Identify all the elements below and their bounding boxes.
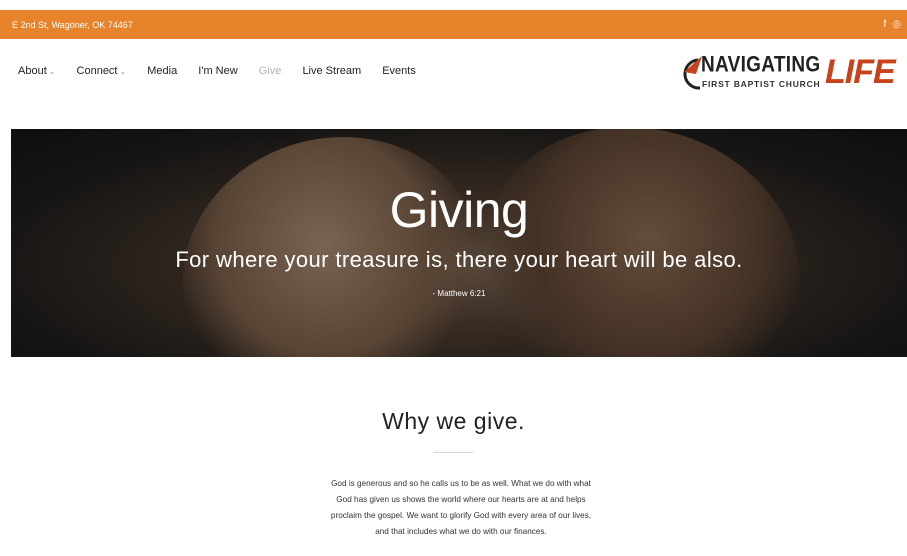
nav-item-live-stream[interactable]: Live Stream (302, 65, 361, 77)
nav-item-im-new[interactable]: I'm New (198, 65, 237, 77)
address-text: E 2nd St, Wagoner, OK 74467 (12, 20, 133, 30)
nav-item-label: Connect (76, 65, 118, 77)
nav-item-events[interactable]: Events (382, 65, 416, 77)
nav-item-connect[interactable]: Connect ⌄ (77, 65, 127, 77)
logo-text-church: FIRST BAPTIST CHURCH (702, 79, 821, 89)
chevron-down-icon: ⌄ (48, 67, 56, 76)
nav-item-give[interactable]: Give (259, 65, 282, 77)
nav-item-label: About (18, 65, 47, 77)
section-divider (433, 452, 473, 453)
hero-verse: For where your treasure is, there your h… (175, 247, 743, 272)
hero-title: Giving (389, 182, 529, 238)
hero-banner: Giving For where your treasure is, there… (11, 129, 907, 357)
section-title: Why we give. (382, 408, 525, 434)
facebook-icon[interactable]: f (883, 19, 886, 30)
nav-item-media[interactable]: Media (147, 65, 177, 77)
chevron-down-icon: ⌄ (119, 67, 127, 76)
hero-overlay (11, 129, 907, 357)
instagram-icon[interactable]: ◎ (892, 19, 901, 30)
logo-text-navigating: NAVIGATING (701, 53, 821, 78)
social-links: f ◎ (883, 19, 907, 30)
top-info-bar: E 2nd St, Wagoner, OK 74467 f ◎ (0, 10, 907, 39)
section-body-text: God is generous and so he calls us to be… (330, 479, 592, 536)
main-nav: About ⌄ Connect ⌄ Media I'm New Give Live … (18, 65, 434, 77)
nav-item-about[interactable]: About ⌄ (18, 65, 55, 77)
church-logo[interactable]: NAVIGATING FIRST BAPTIST CHURCH LIFE (678, 50, 907, 98)
logo-text-life: LIFE (825, 53, 896, 91)
hero-verse-reference: - Matthew 6:21 (432, 289, 486, 298)
